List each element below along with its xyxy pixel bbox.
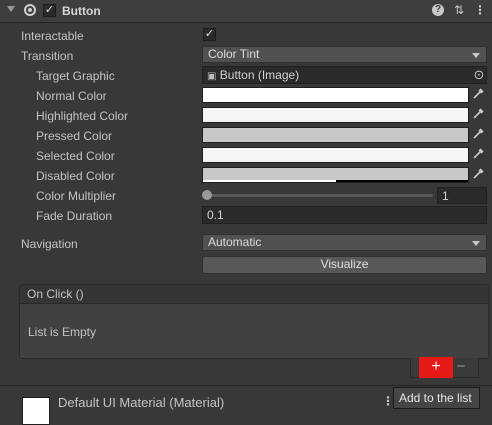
image-icon: ▣ [207,71,217,82]
selected-color-swatch[interactable] [202,147,469,163]
color-multiplier-slider-knob[interactable] [202,190,212,200]
selected-color-label: Selected Color [36,149,115,163]
chevron-down-icon [472,241,480,246]
object-picker-target-icon[interactable]: ⊙ [472,67,486,82]
fade-duration-label: Fade Duration [36,209,113,223]
add-to-list-tooltip: Add to the list [393,387,480,409]
eyedropper-icon[interactable] [471,107,486,122]
add-to-list-button[interactable]: + [419,357,453,378]
pressed-color-swatch[interactable] [202,127,469,143]
transition-value: Color Tint [208,47,260,61]
highlighted-color-swatch[interactable] [202,107,469,123]
navigation-dropdown[interactable]: Automatic [202,234,487,251]
alpha-bar-fill [203,180,336,182]
help-icon[interactable]: ? [432,4,444,16]
fade-duration-field[interactable]: 0.1 [202,206,487,224]
target-graphic-value: Button (Image) [219,68,300,82]
normal-color-label: Normal Color [36,89,107,103]
eyedropper-icon[interactable] [471,87,486,102]
pressed-color-label: Pressed Color [36,129,113,143]
transition-dropdown[interactable]: Color Tint [202,46,487,63]
material-label: Default UI Material (Material) [58,395,225,410]
eyedropper-icon[interactable] [471,147,486,162]
list-empty-text: List is Empty [28,325,97,339]
eyedropper-icon[interactable] [471,127,486,142]
color-multiplier-field[interactable]: 1 [437,187,487,204]
component-title: Button [62,4,101,18]
on-click-header: On Click () [20,285,488,304]
presets-icon[interactable]: ⇅ [454,4,464,17]
color-multiplier-slider-track[interactable] [205,194,433,197]
navigation-value: Automatic [208,235,262,249]
on-click-event-list: On Click () List is Empty [19,284,489,359]
component-menu-icon[interactable]: ⋮ [474,4,486,17]
normal-color-swatch[interactable] [202,87,469,103]
disabled-color-swatch[interactable] [202,167,469,183]
eyedropper-icon[interactable] [471,167,486,182]
material-preview-thumbnail [22,397,50,425]
target-graphic-label: Target Graphic [36,69,115,83]
button-component-icon [24,4,36,16]
chevron-down-icon [472,53,480,58]
remove-from-list-button[interactable]: − [453,357,469,378]
visualize-button[interactable]: Visualize [202,256,487,274]
disabled-color-label: Disabled Color [36,169,115,183]
foldout-arrow-icon[interactable] [7,6,15,12]
navigation-label: Navigation [21,237,78,251]
target-graphic-field[interactable]: ▣ Button (Image) [202,66,487,84]
alpha-bar [203,180,468,182]
highlighted-color-label: Highlighted Color [36,109,129,123]
interactable-checkbox[interactable]: ✓ [203,28,216,41]
component-enabled-checkbox[interactable]: ✓ [43,4,56,17]
transition-label: Transition [21,49,74,63]
color-multiplier-label: Color Multiplier [36,189,117,203]
interactable-label: Interactable [21,29,84,43]
divider [0,385,492,386]
